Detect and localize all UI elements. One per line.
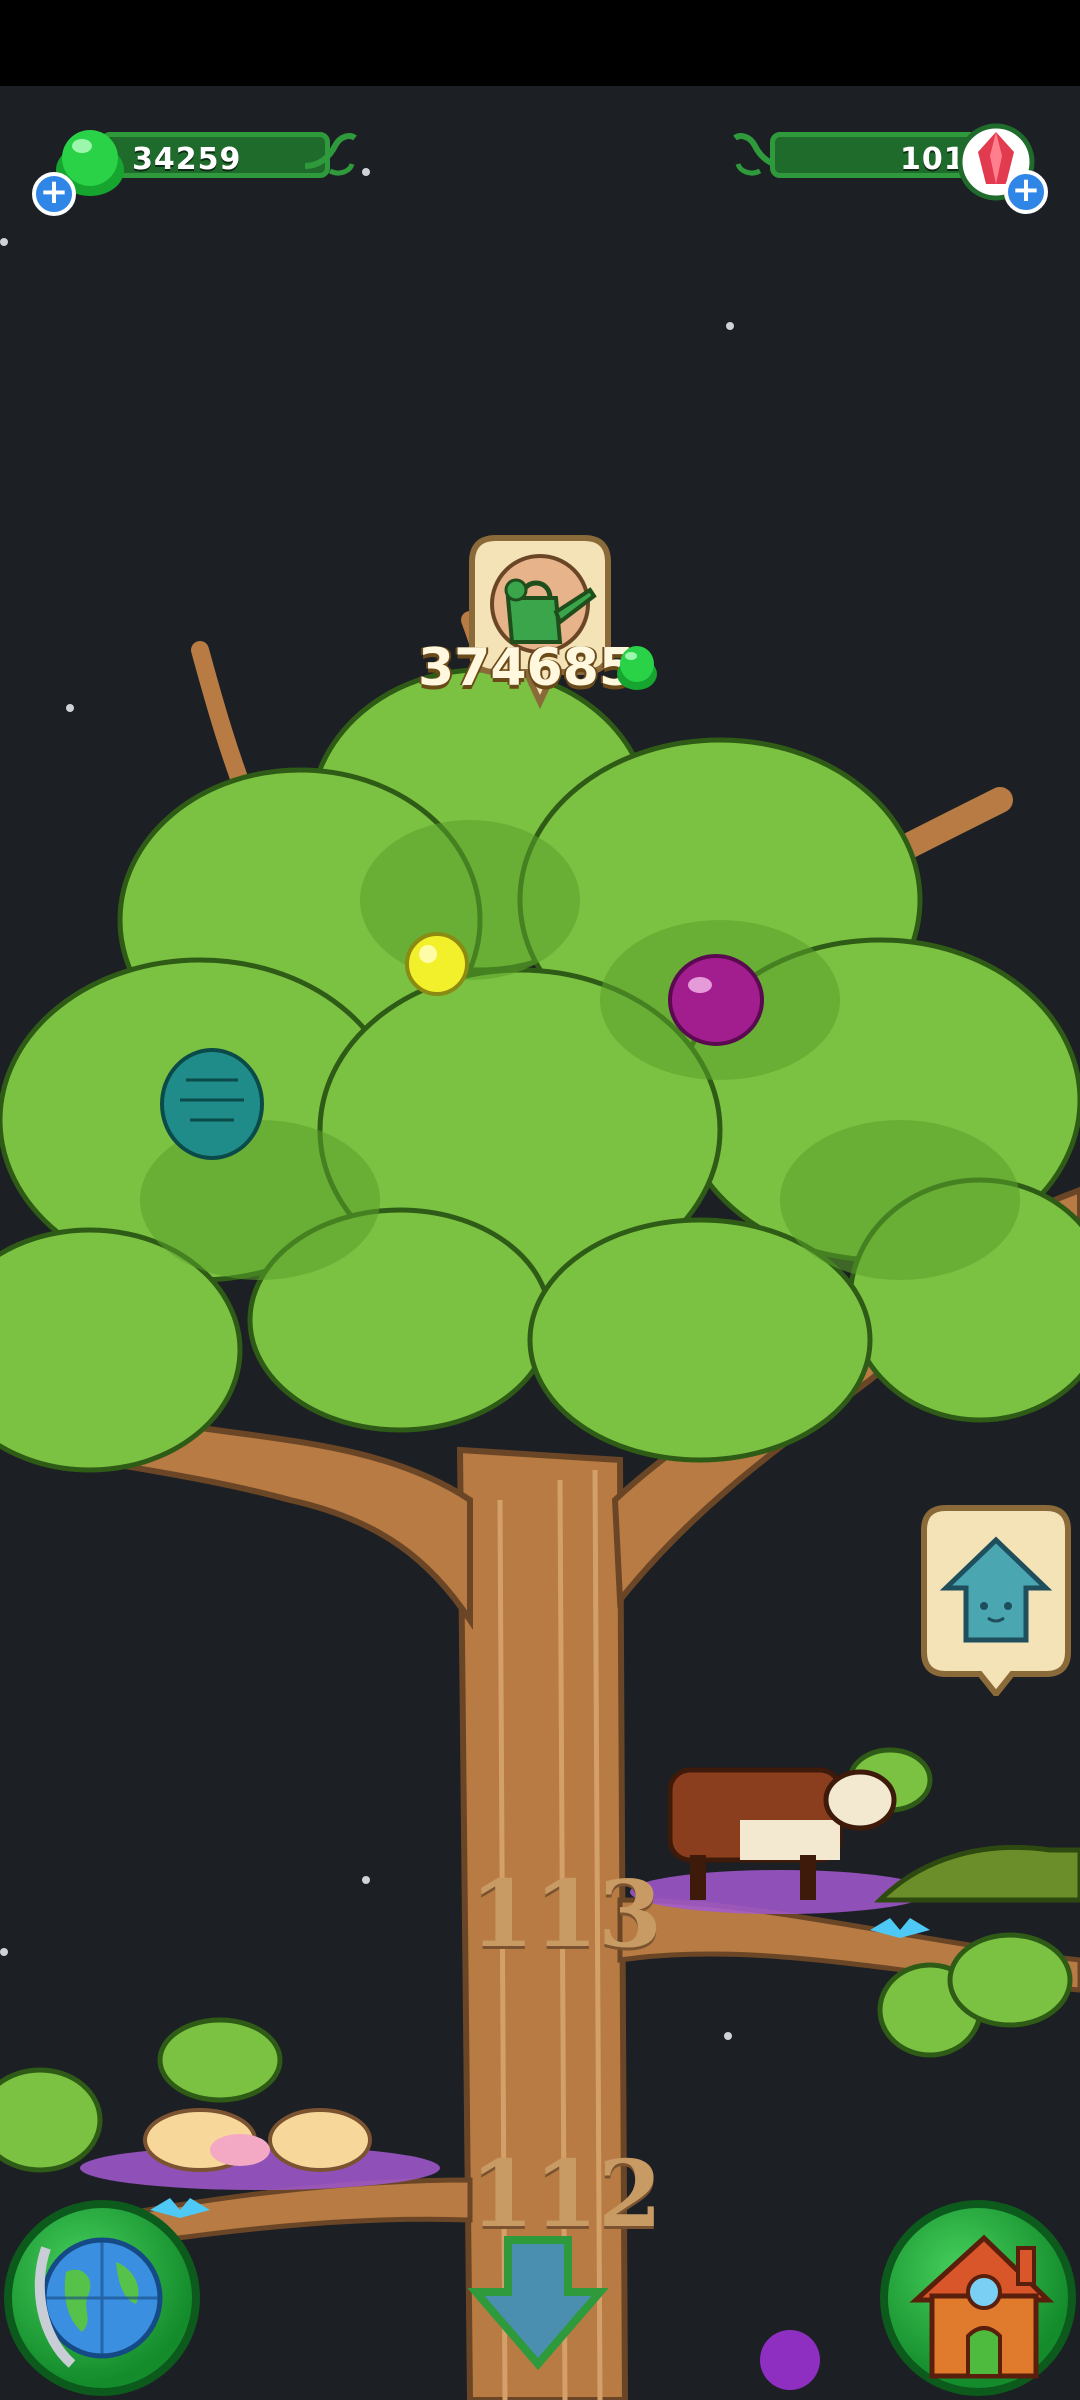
branch-number-113: 113	[470, 1860, 663, 1968]
tree	[0, 611, 1080, 2400]
world-map-button[interactable]	[4, 2200, 200, 2396]
rabbits	[143, 2108, 372, 2172]
fruit	[405, 932, 469, 996]
green-gem-icon	[617, 646, 657, 690]
globe-icon	[34, 2237, 163, 2368]
upgrade-house-button[interactable]	[912, 1500, 1080, 1699]
crocodile	[873, 1845, 1080, 1903]
down-arrow-icon	[467, 2236, 609, 2371]
house-icon	[909, 2234, 1055, 2379]
scroll-down-button[interactable]	[467, 2234, 609, 2371]
branch-number-112: 112	[470, 2140, 663, 2248]
home-button[interactable]	[880, 2200, 1076, 2396]
watering-cost: 374685	[418, 638, 636, 698]
